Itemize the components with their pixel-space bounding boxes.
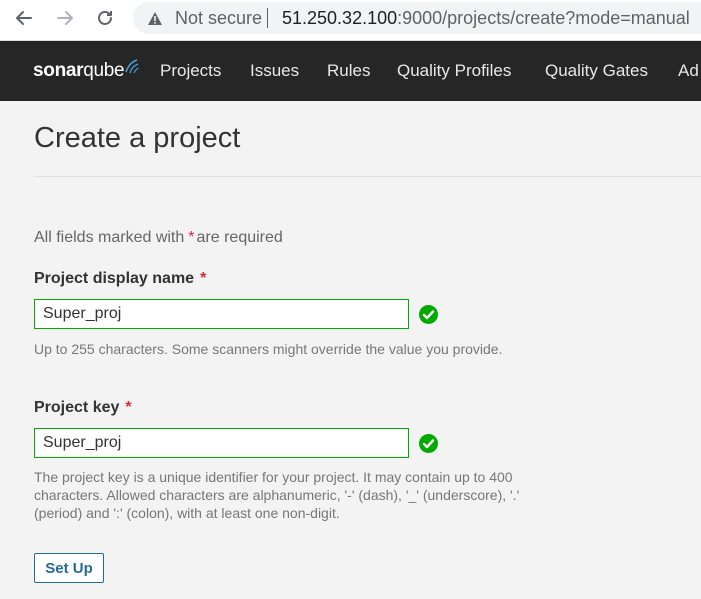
nav-quality-profiles[interactable]: Quality Profiles: [397, 61, 511, 81]
url-host: 51.250.32.100: [282, 8, 398, 28]
top-navigation: sonar qube Projects Issues Rules Quality …: [0, 41, 701, 101]
required-note-prefix: All fields marked with: [34, 229, 185, 246]
project-key-help: The project key is a unique identifier f…: [34, 469, 520, 521]
warning-icon[interactable]: [147, 11, 163, 31]
address-bar[interactable]: Not secure 51.250.32.100:9000/projects/c…: [133, 2, 701, 34]
logo-text-qube: qube: [83, 60, 125, 81]
project-key-input[interactable]: [34, 428, 409, 458]
project-key-valid-check-icon: [419, 434, 438, 458]
project-key-label: Project key *: [34, 399, 132, 417]
nav-administration[interactable]: Ad: [678, 61, 699, 81]
title-divider: [34, 176, 701, 177]
not-secure-label: Not secure: [175, 8, 263, 28]
sonar-waves-icon: [125, 59, 140, 74]
sonarqube-logo[interactable]: sonar qube: [33, 57, 140, 85]
forward-arrow-icon[interactable]: [49, 4, 81, 32]
nav-quality-gates[interactable]: Quality Gates: [545, 61, 648, 81]
required-fields-note: All fields marked with * are required: [34, 229, 283, 247]
required-note-suffix: are required: [196, 229, 283, 246]
back-arrow-icon[interactable]: [8, 4, 40, 32]
browser-toolbar: Not secure 51.250.32.100:9000/projects/c…: [0, 0, 701, 41]
display-name-required-star: *: [200, 270, 207, 287]
nav-issues[interactable]: Issues: [250, 61, 299, 81]
set-up-button[interactable]: Set Up: [34, 553, 104, 583]
required-note-star: *: [188, 229, 195, 246]
project-key-label-text: Project key: [34, 399, 120, 416]
address-separator: [267, 8, 268, 28]
project-key-required-star: *: [125, 399, 132, 416]
nav-projects[interactable]: Projects: [160, 61, 221, 81]
logo-text-sonar: sonar: [33, 60, 84, 81]
page-title: Create a project: [34, 122, 241, 154]
display-name-help: Up to 255 characters. Some scanners migh…: [34, 341, 503, 357]
display-name-label-text: Project display name: [34, 270, 195, 287]
display-name-label: Project display name *: [34, 270, 206, 288]
display-name-input[interactable]: [34, 299, 409, 329]
nav-rules[interactable]: Rules: [327, 61, 370, 81]
reload-icon[interactable]: [89, 4, 121, 32]
url-text[interactable]: 51.250.32.100:9000/projects/create?mode=…: [282, 8, 690, 29]
url-path: :9000/projects/create?mode=manual: [397, 8, 690, 28]
display-name-valid-check-icon: [419, 305, 438, 329]
